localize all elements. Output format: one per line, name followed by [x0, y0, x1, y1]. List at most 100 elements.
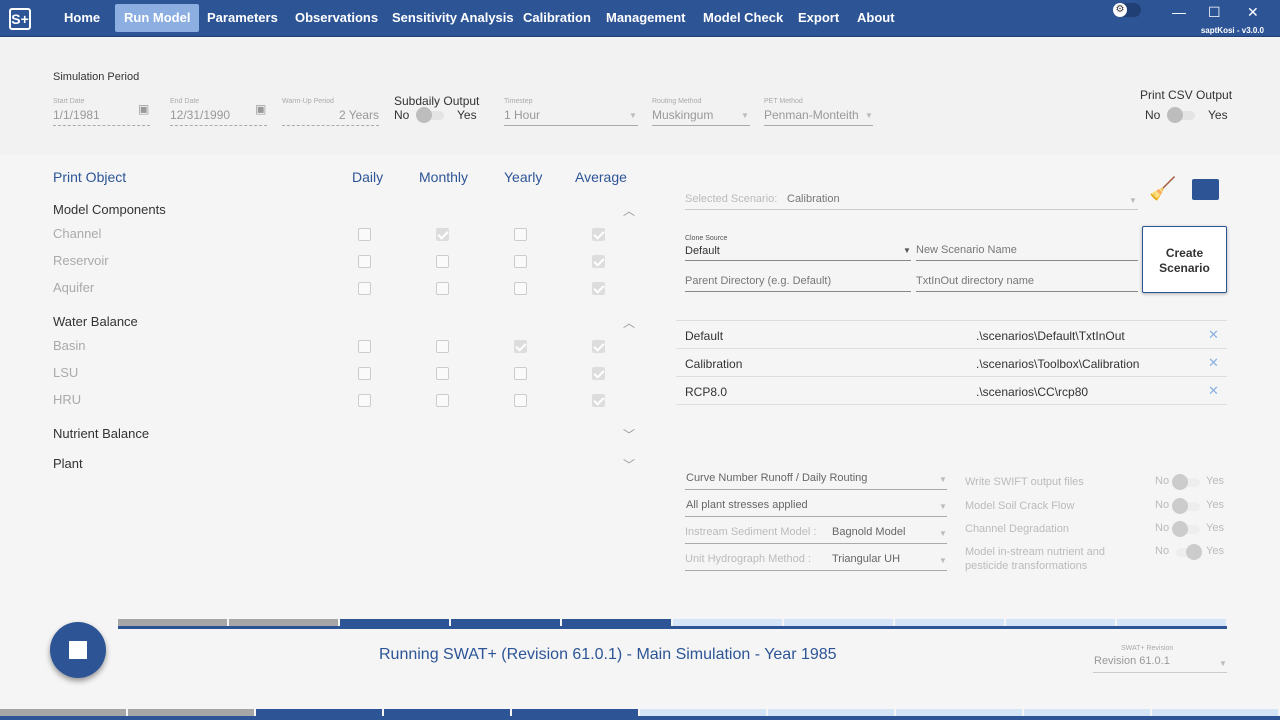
warmup-input[interactable]: 2 Years: [282, 108, 379, 122]
nav-export[interactable]: Export: [789, 4, 848, 32]
timestep-select[interactable]: 1 Hour: [504, 108, 540, 122]
calendar-icon[interactable]: ▣: [138, 102, 149, 116]
revision-select[interactable]: Revision 61.0.1: [1094, 655, 1170, 667]
option-toggle[interactable]: [1172, 498, 1202, 514]
runoff-select[interactable]: Curve Number Runoff / Daily Routing: [686, 472, 867, 484]
nav-run-model[interactable]: Run Model: [115, 4, 200, 32]
checkbox-channel-yearly[interactable]: [514, 228, 527, 241]
scenario-row[interactable]: RCP8.0 .\scenarios\CC\rcp80 ✕: [676, 377, 1227, 405]
txtinout-directory-input[interactable]: TxtInOut directory name: [916, 275, 1034, 287]
checkbox-hru-average[interactable]: [592, 394, 605, 407]
section-plant[interactable]: Plant: [53, 456, 83, 471]
checkbox-lsu-average[interactable]: [592, 367, 605, 380]
no-label: No: [1155, 545, 1170, 557]
sed-label: Instream Sediment Model :: [685, 526, 817, 538]
clone-source-select[interactable]: Default: [685, 245, 720, 257]
scenario-row[interactable]: Calibration .\scenarios\Toolbox\Calibrati…: [676, 349, 1227, 377]
maximize-button[interactable]: ☐: [1208, 4, 1221, 21]
print-item-lsu: LSU: [53, 365, 79, 380]
theme-toggle[interactable]: ⚙: [1113, 3, 1141, 17]
minimize-button[interactable]: —: [1172, 4, 1186, 20]
checkbox-reservoir-yearly[interactable]: [514, 255, 527, 268]
nav-model-check[interactable]: Model Check: [694, 4, 792, 32]
nav-parameters[interactable]: Parameters: [198, 4, 287, 32]
option-toggle[interactable]: [1172, 544, 1202, 560]
dropdown-arrow-icon: ▼: [741, 111, 749, 120]
sed-select[interactable]: Bagnold Model: [832, 526, 905, 538]
top-nav: S+ Home Run Model Parameters Observations Se…: [0, 0, 1280, 37]
selected-scenario-select[interactable]: Calibration: [787, 193, 840, 205]
uh-select[interactable]: Triangular UH: [832, 553, 900, 565]
checkbox-lsu-daily[interactable]: [358, 367, 371, 380]
nav-about[interactable]: About: [848, 4, 904, 32]
toggle-label: Write SWIFT output files: [965, 476, 1084, 488]
simulation-period-title: Simulation Period: [53, 71, 140, 83]
start-date-input[interactable]: 1/1/1981: [53, 108, 100, 122]
nav-observations[interactable]: Observations: [286, 4, 387, 32]
warmup-label: Warm-Up Period: [282, 98, 334, 105]
checkbox-channel-daily[interactable]: [358, 228, 371, 241]
create-scenario-button[interactable]: Create Scenario: [1142, 226, 1227, 293]
clone-source-label: Clone Source: [685, 235, 728, 242]
checkbox-reservoir-monthly[interactable]: [436, 255, 449, 268]
col-daily: Daily: [352, 169, 384, 185]
checkbox-basin-monthly[interactable]: [436, 340, 449, 353]
no-label: No: [1155, 475, 1170, 487]
chevron-up-icon[interactable]: ︿: [623, 314, 635, 331]
pet-select[interactable]: Penman-Monteith: [764, 108, 859, 122]
subdaily-toggle[interactable]: [416, 107, 446, 123]
close-button[interactable]: ✕: [1247, 4, 1259, 21]
end-date-input[interactable]: 12/31/1990: [170, 108, 230, 122]
option-toggle[interactable]: [1172, 474, 1202, 490]
section-water-balance[interactable]: Water Balance: [53, 314, 138, 329]
delete-icon[interactable]: ✕: [1208, 355, 1219, 371]
progress-segment-active: [256, 709, 382, 716]
scenario-path: .\scenarios\Toolbox\Calibration: [976, 357, 1140, 371]
divider: [685, 209, 1138, 210]
calendar-icon[interactable]: ▣: [255, 102, 266, 116]
checkbox-hru-monthly[interactable]: [436, 394, 449, 407]
checkbox-basin-daily[interactable]: [358, 340, 371, 353]
folder-open-icon[interactable]: [1192, 179, 1219, 200]
checkbox-channel-monthly[interactable]: [436, 228, 449, 241]
checkbox-reservoir-average[interactable]: [592, 255, 605, 268]
checkbox-basin-average[interactable]: [592, 340, 605, 353]
chevron-down-icon[interactable]: ﹀: [623, 456, 635, 473]
nav-home[interactable]: Home: [55, 4, 109, 32]
progress-segment-done: [128, 709, 254, 716]
option-toggle[interactable]: [1172, 521, 1202, 537]
nav-sensitivity-analysis[interactable]: Sensitivity Analysis: [383, 4, 523, 32]
checkbox-aquifer-monthly[interactable]: [436, 282, 449, 295]
progress-segment-pending: [784, 619, 893, 626]
section-model-components[interactable]: Model Components: [53, 202, 166, 217]
broom-icon[interactable]: 🧹: [1149, 176, 1176, 202]
section-nutrient-balance[interactable]: Nutrient Balance: [53, 426, 149, 441]
stop-button[interactable]: [50, 622, 106, 678]
chevron-down-icon[interactable]: ﹀: [623, 426, 635, 443]
yes-label: Yes: [1206, 545, 1224, 557]
checkbox-hru-yearly[interactable]: [514, 394, 527, 407]
checkbox-lsu-yearly[interactable]: [514, 367, 527, 380]
delete-icon[interactable]: ✕: [1208, 383, 1219, 399]
scenario-row[interactable]: Default .\scenarios\Default\TxtInOut ✕: [676, 321, 1227, 349]
checkbox-basin-yearly[interactable]: [514, 340, 527, 353]
checkbox-reservoir-daily[interactable]: [358, 255, 371, 268]
checkbox-hru-daily[interactable]: [358, 394, 371, 407]
print-item-reservoir: Reservoir: [53, 253, 109, 268]
nav-management[interactable]: Management: [597, 4, 694, 32]
checkbox-aquifer-yearly[interactable]: [514, 282, 527, 295]
checkbox-aquifer-daily[interactable]: [358, 282, 371, 295]
stress-select[interactable]: All plant stresses applied: [686, 499, 808, 511]
checkbox-aquifer-average[interactable]: [592, 282, 605, 295]
routing-select[interactable]: Muskingum: [652, 108, 713, 122]
checkbox-lsu-monthly[interactable]: [436, 367, 449, 380]
new-scenario-name-input[interactable]: New Scenario Name: [916, 244, 1017, 256]
delete-icon[interactable]: ✕: [1208, 327, 1219, 343]
chevron-up-icon[interactable]: ︿: [623, 202, 635, 219]
nav-calibration[interactable]: Calibration: [514, 4, 600, 32]
divider: [685, 543, 947, 544]
csv-toggle[interactable]: [1167, 107, 1197, 123]
checkbox-channel-average[interactable]: [592, 228, 605, 241]
parent-directory-input[interactable]: Parent Directory (e.g. Default): [685, 275, 831, 287]
scenario-path: .\scenarios\CC\rcp80: [976, 385, 1089, 399]
